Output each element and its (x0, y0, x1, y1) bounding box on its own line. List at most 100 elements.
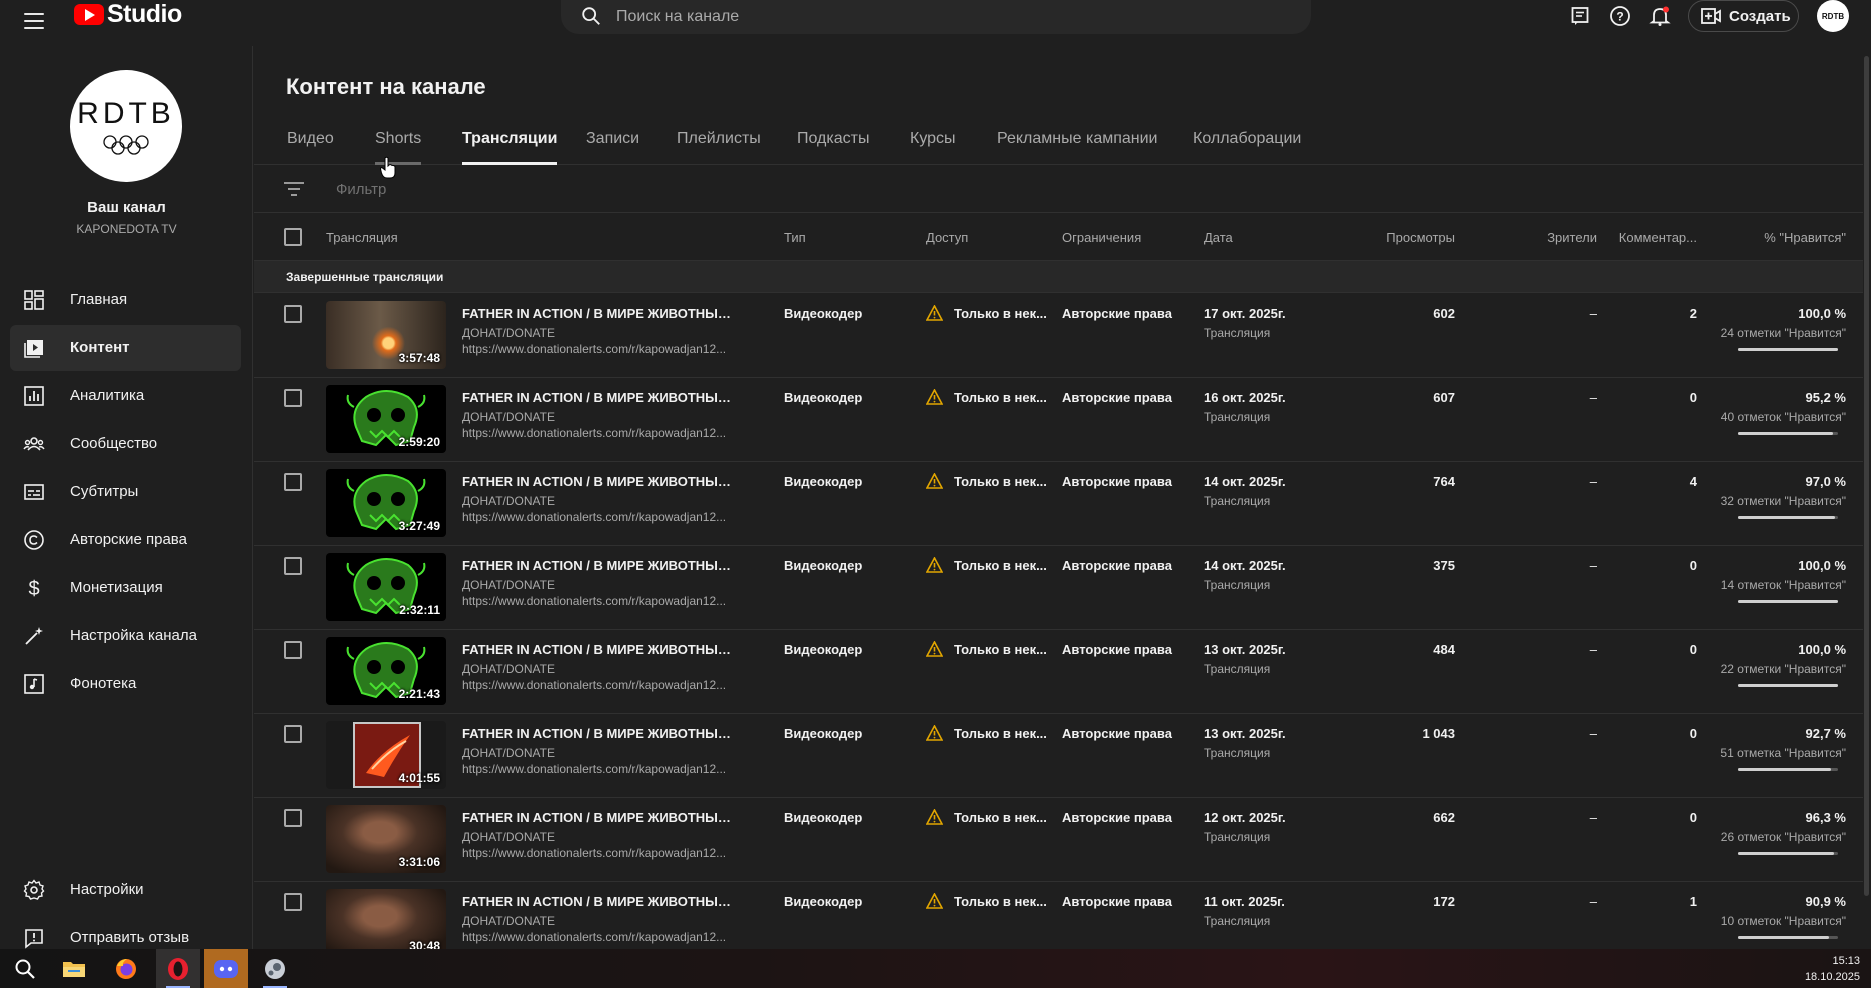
warning-icon[interactable] (926, 725, 943, 741)
sidebar-item-dashboard[interactable]: Главная (10, 277, 241, 323)
channel-avatar[interactable]: RDTB (70, 70, 182, 182)
menu-icon[interactable] (24, 13, 44, 29)
restrictions-cell[interactable]: Авторские права (1062, 810, 1172, 825)
video-thumbnail[interactable]: 2:21:43 (326, 637, 446, 705)
table-row[interactable]: 2:32:11 FATHER IN ACTION / В МИРЕ ЖИВОТНЫ… (254, 546, 1866, 630)
video-title[interactable]: FATHER IN ACTION / В МИРЕ ЖИВОТНЫХ НА ..… (462, 642, 732, 657)
restrictions-cell[interactable]: Авторские права (1062, 894, 1172, 909)
warning-icon[interactable] (926, 809, 943, 825)
firefox-icon[interactable] (104, 949, 148, 988)
sidebar-item-customization[interactable]: Настройка канала (10, 613, 241, 659)
column-likes[interactable]: % "Нравится" (1714, 230, 1846, 245)
access-cell[interactable]: Только в нек... (954, 810, 1047, 825)
video-thumbnail[interactable]: 2:59:20 (326, 385, 446, 453)
row-checkbox[interactable] (284, 641, 302, 659)
sidebar-item-subtitles[interactable]: Субтитры (10, 469, 241, 515)
column-type[interactable]: Тип (784, 230, 806, 245)
access-cell[interactable]: Только в нек... (954, 894, 1047, 909)
scrollbar[interactable] (1863, 46, 1871, 949)
table-row[interactable]: 2:21:43 FATHER IN ACTION / В МИРЕ ЖИВОТНЫ… (254, 630, 1866, 714)
taskbar-search-icon[interactable] (3, 949, 47, 988)
access-cell[interactable]: Только в нек... (954, 306, 1047, 321)
file-explorer-icon[interactable] (52, 949, 96, 988)
opera-icon[interactable] (156, 949, 200, 988)
restrictions-cell[interactable]: Авторские права (1062, 726, 1172, 741)
system-clock[interactable]: 15:13 18.10.2025 (1800, 953, 1860, 985)
access-cell[interactable]: Только в нек... (954, 726, 1047, 741)
video-thumbnail[interactable]: 4:01:55 (326, 721, 446, 789)
warning-icon[interactable] (926, 641, 943, 657)
sidebar-item-settings[interactable]: Настройки (10, 867, 241, 913)
row-checkbox[interactable] (284, 809, 302, 827)
video-thumbnail[interactable]: 3:57:48 (326, 301, 446, 369)
video-title[interactable]: FATHER IN ACTION / В МИРЕ ЖИВОТНЫХ НА ..… (462, 810, 732, 825)
video-thumbnail[interactable]: 3:31:06 (326, 805, 446, 873)
video-thumbnail[interactable]: 30:48 (326, 889, 446, 957)
warning-icon[interactable] (926, 557, 943, 573)
sidebar-item-copyright[interactable]: Авторские права (10, 517, 241, 563)
column-access[interactable]: Доступ (926, 230, 968, 245)
row-checkbox[interactable] (284, 473, 302, 491)
access-cell[interactable]: Только в нек... (954, 474, 1047, 489)
row-checkbox[interactable] (284, 305, 302, 323)
help-icon[interactable]: ? (1607, 3, 1633, 29)
column-restrictions[interactable]: Ограничения (1062, 230, 1141, 245)
tab-posts[interactable]: Записи (586, 130, 639, 165)
notifications-icon[interactable] (1647, 3, 1673, 29)
sidebar-item-monetization[interactable]: $ Монетизация (10, 565, 241, 611)
column-viewers[interactable]: Зрители (1534, 230, 1597, 245)
warning-icon[interactable] (926, 389, 943, 405)
select-all-checkbox[interactable] (284, 228, 302, 246)
restrictions-cell[interactable]: Авторские права (1062, 642, 1172, 657)
video-title[interactable]: FATHER IN ACTION / В МИРЕ ЖИВОТНЫХ НА ..… (462, 474, 732, 489)
tab-shorts[interactable]: Shorts (375, 130, 422, 165)
access-cell[interactable]: Только в нек... (954, 642, 1047, 657)
sidebar-item-analytics[interactable]: Аналитика (10, 373, 241, 419)
warning-icon[interactable] (926, 305, 943, 321)
tab-playlists[interactable]: Плейлисты (677, 130, 761, 165)
table-row[interactable]: 3:31:06 FATHER IN ACTION / В МИРЕ ЖИВОТНЫ… (254, 798, 1866, 882)
restrictions-cell[interactable]: Авторские права (1062, 306, 1172, 321)
video-title[interactable]: FATHER IN ACTION / В МИРЕ ЖИВОТНЫХ НА ..… (462, 390, 732, 405)
restrictions-cell[interactable]: Авторские права (1062, 390, 1172, 405)
column-comments[interactable]: Комментар... (1614, 230, 1697, 245)
column-date[interactable]: Дата (1204, 230, 1233, 245)
row-checkbox[interactable] (284, 725, 302, 743)
messages-icon[interactable] (1567, 3, 1593, 29)
search-icon[interactable] (580, 5, 602, 27)
video-title[interactable]: FATHER IN ACTION / В МИРЕ ЖИВОТНЫХ НА ..… (462, 894, 732, 909)
discord-icon[interactable] (204, 949, 248, 988)
steam-icon[interactable] (253, 949, 297, 988)
restrictions-cell[interactable]: Авторские права (1062, 558, 1172, 573)
create-button[interactable]: Создать (1688, 0, 1799, 32)
table-row[interactable]: 3:57:48 FATHER IN ACTION / В МИРЕ ЖИВОТНЫ… (254, 294, 1866, 378)
video-title[interactable]: FATHER IN ACTION / В МИРЕ ЖИВОТНЫХ НА ..… (462, 726, 732, 741)
video-thumbnail[interactable]: 3:27:49 (326, 469, 446, 537)
filter-input[interactable] (336, 178, 736, 200)
tab-courses[interactable]: Курсы (910, 130, 956, 165)
access-cell[interactable]: Только в нек... (954, 558, 1047, 573)
column-views[interactable]: Просмотры (1354, 230, 1455, 245)
video-thumbnail[interactable]: 2:32:11 (326, 553, 446, 621)
row-checkbox[interactable] (284, 893, 302, 911)
sidebar-item-content[interactable]: Контент (10, 325, 241, 371)
tab-collaborations[interactable]: Коллаборации (1193, 130, 1301, 165)
table-row[interactable]: 2:59:20 FATHER IN ACTION / В МИРЕ ЖИВОТНЫ… (254, 378, 1866, 462)
sidebar-item-audio-library[interactable]: Фонотека (10, 661, 241, 707)
video-title[interactable]: FATHER IN ACTION / В МИРЕ ЖИВОТНЫХ НА ..… (462, 306, 732, 321)
row-checkbox[interactable] (284, 389, 302, 407)
tab-podcasts[interactable]: Подкасты (797, 130, 869, 165)
access-cell[interactable]: Только в нек... (954, 390, 1047, 405)
row-checkbox[interactable] (284, 557, 302, 575)
studio-logo[interactable]: Studio (74, 0, 182, 28)
filter-icon[interactable] (284, 181, 304, 197)
table-row[interactable]: 4:01:55 FATHER IN ACTION / В МИРЕ ЖИВОТНЫ… (254, 714, 1866, 798)
restrictions-cell[interactable]: Авторские права (1062, 474, 1172, 489)
table-row[interactable]: 3:27:49 FATHER IN ACTION / В МИРЕ ЖИВОТНЫ… (254, 462, 1866, 546)
warning-icon[interactable] (926, 893, 943, 909)
sidebar-item-community[interactable]: Сообщество (10, 421, 241, 467)
account-avatar[interactable]: RDTB (1817, 0, 1849, 32)
tab-videos[interactable]: Видео (287, 130, 334, 165)
scrollbar-thumb[interactable] (1864, 56, 1869, 896)
column-stream[interactable]: Трансляция (326, 230, 398, 245)
